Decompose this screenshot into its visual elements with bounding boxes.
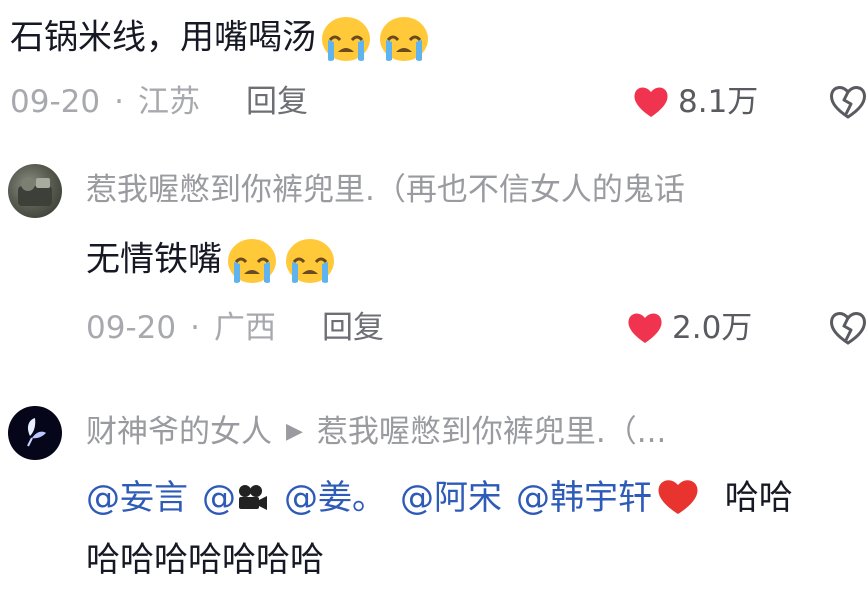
avatar[interactable] xyxy=(8,164,62,218)
comment-item: 石锅米线，用嘴喝汤 09-20 · 江苏 回复 8.1万 xyxy=(0,0,868,140)
heart-filled-icon xyxy=(626,311,664,345)
like-count: 2.0万 xyxy=(672,310,753,346)
comment-body: 无情铁嘴 xyxy=(86,239,222,280)
reply-target[interactable]: 惹我喔憋到你裤兜里.（... xyxy=(317,412,666,452)
dislike-button[interactable] xyxy=(828,84,868,120)
meta-separator: · xyxy=(114,84,124,120)
like-button[interactable]: 2.0万 xyxy=(626,308,752,348)
comment-username: 财神爷的女人 ▶ 惹我喔憋到你裤兜里.（... xyxy=(86,412,666,452)
mention-link[interactable]: @阿宋 xyxy=(400,478,502,518)
movie-camera-icon xyxy=(236,483,270,513)
comment-location: 江苏 xyxy=(137,84,200,120)
broken-heart-icon xyxy=(828,310,868,346)
comment-meta: 09-20 · 广西 回复 xyxy=(86,308,384,348)
heart-filled-icon xyxy=(632,85,670,119)
mention-at: @ xyxy=(202,478,236,518)
crying-face-icon xyxy=(376,14,432,64)
comment-meta: 09-20 · 江苏 回复 xyxy=(10,82,308,122)
reply-button[interactable]: 回复 xyxy=(246,82,308,122)
comment-body: 哈哈 xyxy=(714,478,793,518)
comment-item: 财神爷的女人 ▶ 惹我喔憋到你裤兜里.（... @妄言 @ @姜。 @阿宋 @韩宇轩 哈… xyxy=(0,398,868,597)
username-link[interactable]: 财神爷的女人 xyxy=(86,412,272,452)
comment-date: 09-20 xyxy=(86,310,177,346)
reply-button[interactable]: 回复 xyxy=(322,308,384,348)
crying-face-icon xyxy=(224,236,280,286)
dislike-button[interactable] xyxy=(828,310,868,346)
like-count: 8.1万 xyxy=(678,84,759,120)
comment-location: 广西 xyxy=(213,310,276,346)
mention-link[interactable]: @ xyxy=(202,478,270,518)
comment-text: 石锅米线，用嘴喝汤 xyxy=(10,14,432,64)
comment-date: 09-20 xyxy=(10,84,101,120)
comment-username[interactable]: 惹我喔憋到你裤兜里.（再也不信女人的鬼话 xyxy=(86,170,685,210)
mention-link[interactable]: @韩宇轩 xyxy=(516,478,700,518)
comment-text: @妄言 @ @姜。 @阿宋 @韩宇轩 哈哈 xyxy=(86,476,793,520)
red-heart-icon xyxy=(656,477,700,517)
comment-item: 惹我喔憋到你裤兜里.（再也不信女人的鬼话 无情铁嘴 09-20 · 广西 回复 … xyxy=(0,150,868,360)
triangle-right-icon: ▶ xyxy=(286,419,303,444)
mention-link[interactable]: @妄言 xyxy=(86,478,188,518)
comment-text: 无情铁嘴 xyxy=(86,236,338,286)
mention-link[interactable]: @姜。 xyxy=(284,478,386,518)
mention-name: @韩宇轩 xyxy=(516,478,652,518)
avatar[interactable] xyxy=(8,406,62,460)
meta-separator: · xyxy=(190,310,200,346)
comment-body-line2: 哈哈哈哈哈哈哈 xyxy=(86,540,324,580)
broken-heart-icon xyxy=(828,84,868,120)
like-button[interactable]: 8.1万 xyxy=(632,82,758,122)
comment-body: 石锅米线，用嘴喝汤 xyxy=(10,17,316,58)
crying-face-icon xyxy=(318,14,374,64)
crying-face-icon xyxy=(282,236,338,286)
